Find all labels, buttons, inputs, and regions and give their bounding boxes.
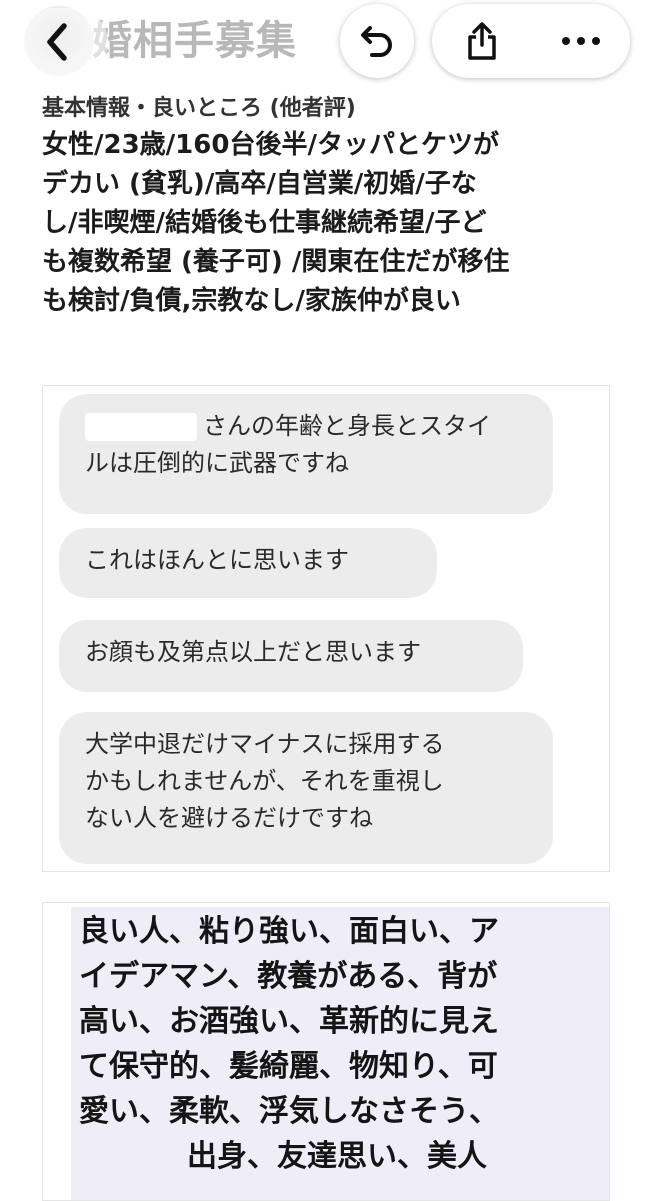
traits-line: 高い、お酒強い、革新的に見え bbox=[79, 1004, 499, 1039]
traits-screenshot: 良い人、粘り強い、面白い、ア イデアマン、教養がある、背が 高い、お酒強い、革新… bbox=[42, 902, 610, 1201]
reply-arrow-icon bbox=[361, 26, 392, 57]
share-button[interactable] bbox=[432, 4, 531, 78]
message-text: ルは圧倒的に武器ですね bbox=[85, 449, 349, 477]
traits-line-last: 出身、友達思い、美人 bbox=[79, 1134, 599, 1179]
message-text: かもしれませんが、それを重視し bbox=[85, 767, 444, 795]
chevron-left-icon bbox=[47, 23, 67, 61]
profile-line: 女性/23歳/160台後半/タッパとケツが bbox=[42, 130, 499, 160]
top-bar: 婚相手募集 bbox=[0, 0, 650, 90]
message-text: お顔も及第点以上だと思います bbox=[85, 638, 421, 666]
page-title: 婚相手募集 bbox=[92, 18, 297, 64]
back-button[interactable] bbox=[20, 8, 108, 76]
message-text: ない人を避けるだけですね bbox=[85, 804, 373, 832]
profile-line: デカい (貧乳)/高卒/自営業/初婚/子な bbox=[42, 169, 477, 199]
traits-line: て保守的、髪綺麗、物知り、可 bbox=[79, 1049, 498, 1084]
chat-bubble: これはほんとに思います bbox=[59, 528, 437, 598]
chat-screenshot: さんの年齢と身長とスタイ ルは圧倒的に武器ですね これはほんとに思います お顔も… bbox=[42, 385, 610, 872]
profile-info: 基本情報・良いところ (他者評) 女性/23歳/160台後半/タッパとケツが デ… bbox=[42, 92, 622, 321]
share-icon bbox=[467, 22, 496, 60]
profile-line: も複数希望 (養子可) /関東在住だが移住 bbox=[42, 247, 510, 277]
traits-line: 良い人、粘り強い、面白い、ア bbox=[79, 914, 499, 949]
chat-bubble: お顔も及第点以上だと思います bbox=[59, 620, 523, 692]
traits-line: 愛い、柔軟、浮気しなさそう、 bbox=[79, 1094, 499, 1129]
message-text: さんの年齢と身長とスタイ bbox=[203, 412, 491, 440]
traits-line: 出身、友達思い、美人 bbox=[187, 1139, 487, 1174]
traits-line: イデアマン、教養がある、背が bbox=[79, 959, 498, 994]
message-text: 大学中退だけマイナスに採用する bbox=[85, 730, 445, 758]
chat-bubble: 大学中退だけマイナスに採用する かもしれませんが、それを重視し ない人を避けるだ… bbox=[59, 712, 553, 864]
profile-line: し/非喫煙/結婚後も仕事継続希望/子ど bbox=[42, 208, 487, 238]
redacted-name bbox=[85, 413, 197, 441]
chat-bubble: さんの年齢と身長とスタイ ルは圧倒的に武器ですね bbox=[59, 394, 553, 514]
more-button[interactable] bbox=[531, 4, 630, 78]
profile-heading: 基本情報・良いところ (他者評) bbox=[42, 96, 356, 121]
profile-line: も検討/負債,宗教なし/家族仲が良い bbox=[42, 286, 461, 316]
message-text: これはほんとに思います bbox=[85, 546, 349, 574]
traits-text: 良い人、粘り強い、面白い、ア イデアマン、教養がある、背が 高い、お酒強い、革新… bbox=[79, 909, 599, 1179]
more-dots-icon bbox=[561, 37, 600, 45]
redacted-origin bbox=[79, 1134, 187, 1166]
reply-button[interactable] bbox=[340, 4, 414, 78]
action-pill bbox=[432, 4, 630, 78]
